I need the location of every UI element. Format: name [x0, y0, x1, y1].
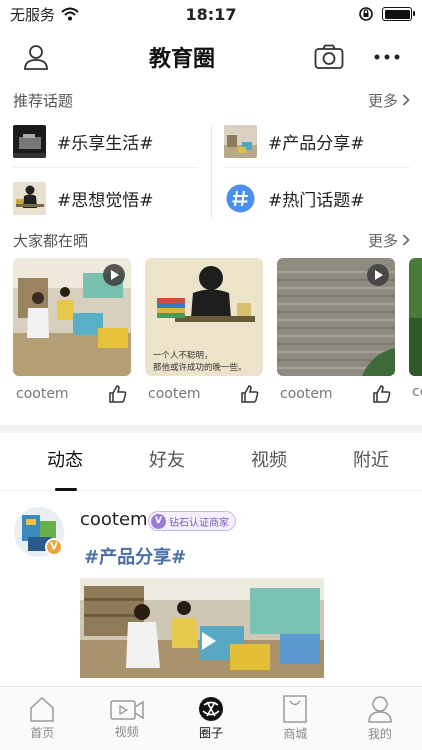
nav-video[interactable]: 视频 [84, 687, 168, 750]
chevron-right-icon [402, 94, 410, 106]
nav-home[interactable]: 首页 [0, 687, 84, 750]
nav-video-label: 视频 [114, 725, 139, 739]
hash-icon [226, 184, 255, 212]
feed-card-image [277, 258, 395, 376]
card-username: co [412, 384, 422, 400]
post-topic-tag[interactable]: #产品分享# [84, 543, 186, 569]
topic-label: #热门话题# [268, 190, 365, 211]
nav-shop[interactable]: 商城 [253, 687, 337, 750]
topic-item-lexiang[interactable]: #乐享生活# [13, 124, 198, 168]
tab-friends[interactable]: 好友 [116, 433, 218, 491]
more-menu-icon[interactable] [374, 53, 400, 61]
camera-icon[interactable] [314, 44, 344, 70]
topic-item-product[interactable]: #产品分享# [224, 124, 410, 168]
page-title: 教育圈 [148, 47, 215, 72]
bottom-nav: 首页 视频 圈子 商城 我的 [0, 686, 422, 750]
svg-text:一个人不聪明，: 一个人不聪明， [153, 350, 213, 361]
film-thumb [13, 124, 46, 158]
nav-circle[interactable]: 圈子 [169, 687, 253, 750]
card-username: cootem [16, 386, 69, 402]
topic-label: #产品分享# [268, 133, 365, 154]
feed-heading: 大家都在晒 [13, 231, 89, 250]
topics-more-label: 更多 [367, 91, 398, 110]
nav-circle-label: 圈子 [199, 726, 224, 740]
topic-item-sixiang[interactable]: #思想觉悟# [13, 181, 154, 215]
clock: 18:17 [185, 4, 237, 24]
feed-card-image: 一个人不聪明， 那他或许成功的晚一些。 [145, 258, 263, 376]
post-video-thumbnail[interactable] [80, 578, 324, 678]
svg-text:那他或许成功的晚一些。: 那他或许成功的晚一些。 [153, 362, 247, 373]
carrier-label: 无服务 [10, 5, 56, 24]
like-icon[interactable] [108, 384, 128, 404]
topics-more-link[interactable]: 更多 [368, 90, 410, 111]
wifi-icon [61, 7, 79, 21]
rotation-lock-icon [359, 7, 373, 21]
topic-label: #乐享生活# [57, 133, 154, 154]
nav-shop-label: 商城 [283, 727, 308, 741]
nav-me-label: 我的 [367, 727, 392, 741]
nav-home-label: 首页 [30, 726, 55, 740]
circle-icon [199, 697, 224, 721]
play-icon [103, 264, 125, 286]
home-icon [30, 696, 54, 722]
like-icon[interactable] [240, 384, 260, 404]
video-icon [109, 700, 144, 720]
user-icon [368, 696, 392, 723]
app-screen: 无服务 18:17 教育圈 推荐话题 更多 #乐享生活# #产品分享# #思想觉… [0, 0, 422, 750]
verified-badge-icon: V [45, 538, 63, 556]
card-username: cootem [148, 386, 201, 402]
feed-card[interactable]: cootem [277, 258, 395, 404]
feed-card-image [13, 258, 131, 376]
topics-heading: 推荐话题 [13, 91, 74, 110]
badge-v-icon: V [151, 513, 166, 529]
topic-label: #思想觉悟# [57, 190, 154, 211]
post-author[interactable]: cootem [80, 509, 148, 530]
topic-item-hot[interactable]: #热门话题# [224, 181, 365, 215]
feed-post[interactable]: V cootem V 钻石认证商家 #产品分享# [0, 491, 422, 678]
tab-videos[interactable]: 视频 [218, 433, 320, 491]
bag-icon [283, 695, 308, 723]
status-bar: 无服务 18:17 [0, 0, 422, 28]
battery-icon [382, 7, 415, 21]
certification-badge: V 钻石认证商家 [148, 511, 236, 531]
topics-header: 推荐话题 更多 [0, 86, 422, 114]
topics-grid: #乐享生活# #产品分享# #思想觉悟# #热门话题# [0, 116, 422, 226]
feed-gallery: cootem 一个人不聪明， 那他或许成功的晚一些。 cootem cootem… [0, 258, 422, 423]
badge-label: 钻石认证商家 [169, 517, 229, 529]
profile-icon[interactable] [22, 43, 50, 71]
title-bar: 教育圈 [0, 28, 422, 86]
play-icon [192, 626, 222, 656]
feed-more-label: 更多 [367, 231, 398, 250]
feed-card-image [409, 258, 422, 376]
person-thumb [13, 181, 46, 215]
chevron-right-icon [402, 234, 410, 246]
card-username: cootem [280, 386, 333, 402]
topics-divider [211, 124, 212, 220]
feed-tabs: 动态 好友 视频 附近 [0, 433, 422, 491]
feed-card[interactable]: co [409, 258, 422, 400]
feed-card[interactable]: cootem [13, 258, 131, 404]
tab-nearby[interactable]: 附近 [320, 433, 422, 491]
like-icon[interactable] [372, 384, 392, 404]
tab-dongtai[interactable]: 动态 [14, 433, 116, 491]
nav-me[interactable]: 我的 [338, 687, 422, 750]
feed-more-link[interactable]: 更多 [368, 230, 410, 251]
feed-header: 大家都在晒 更多 [0, 226, 422, 254]
classroom-thumb [224, 124, 257, 158]
play-icon [367, 264, 389, 286]
feed-card[interactable]: 一个人不聪明， 那他或许成功的晚一些。 cootem [145, 258, 263, 404]
